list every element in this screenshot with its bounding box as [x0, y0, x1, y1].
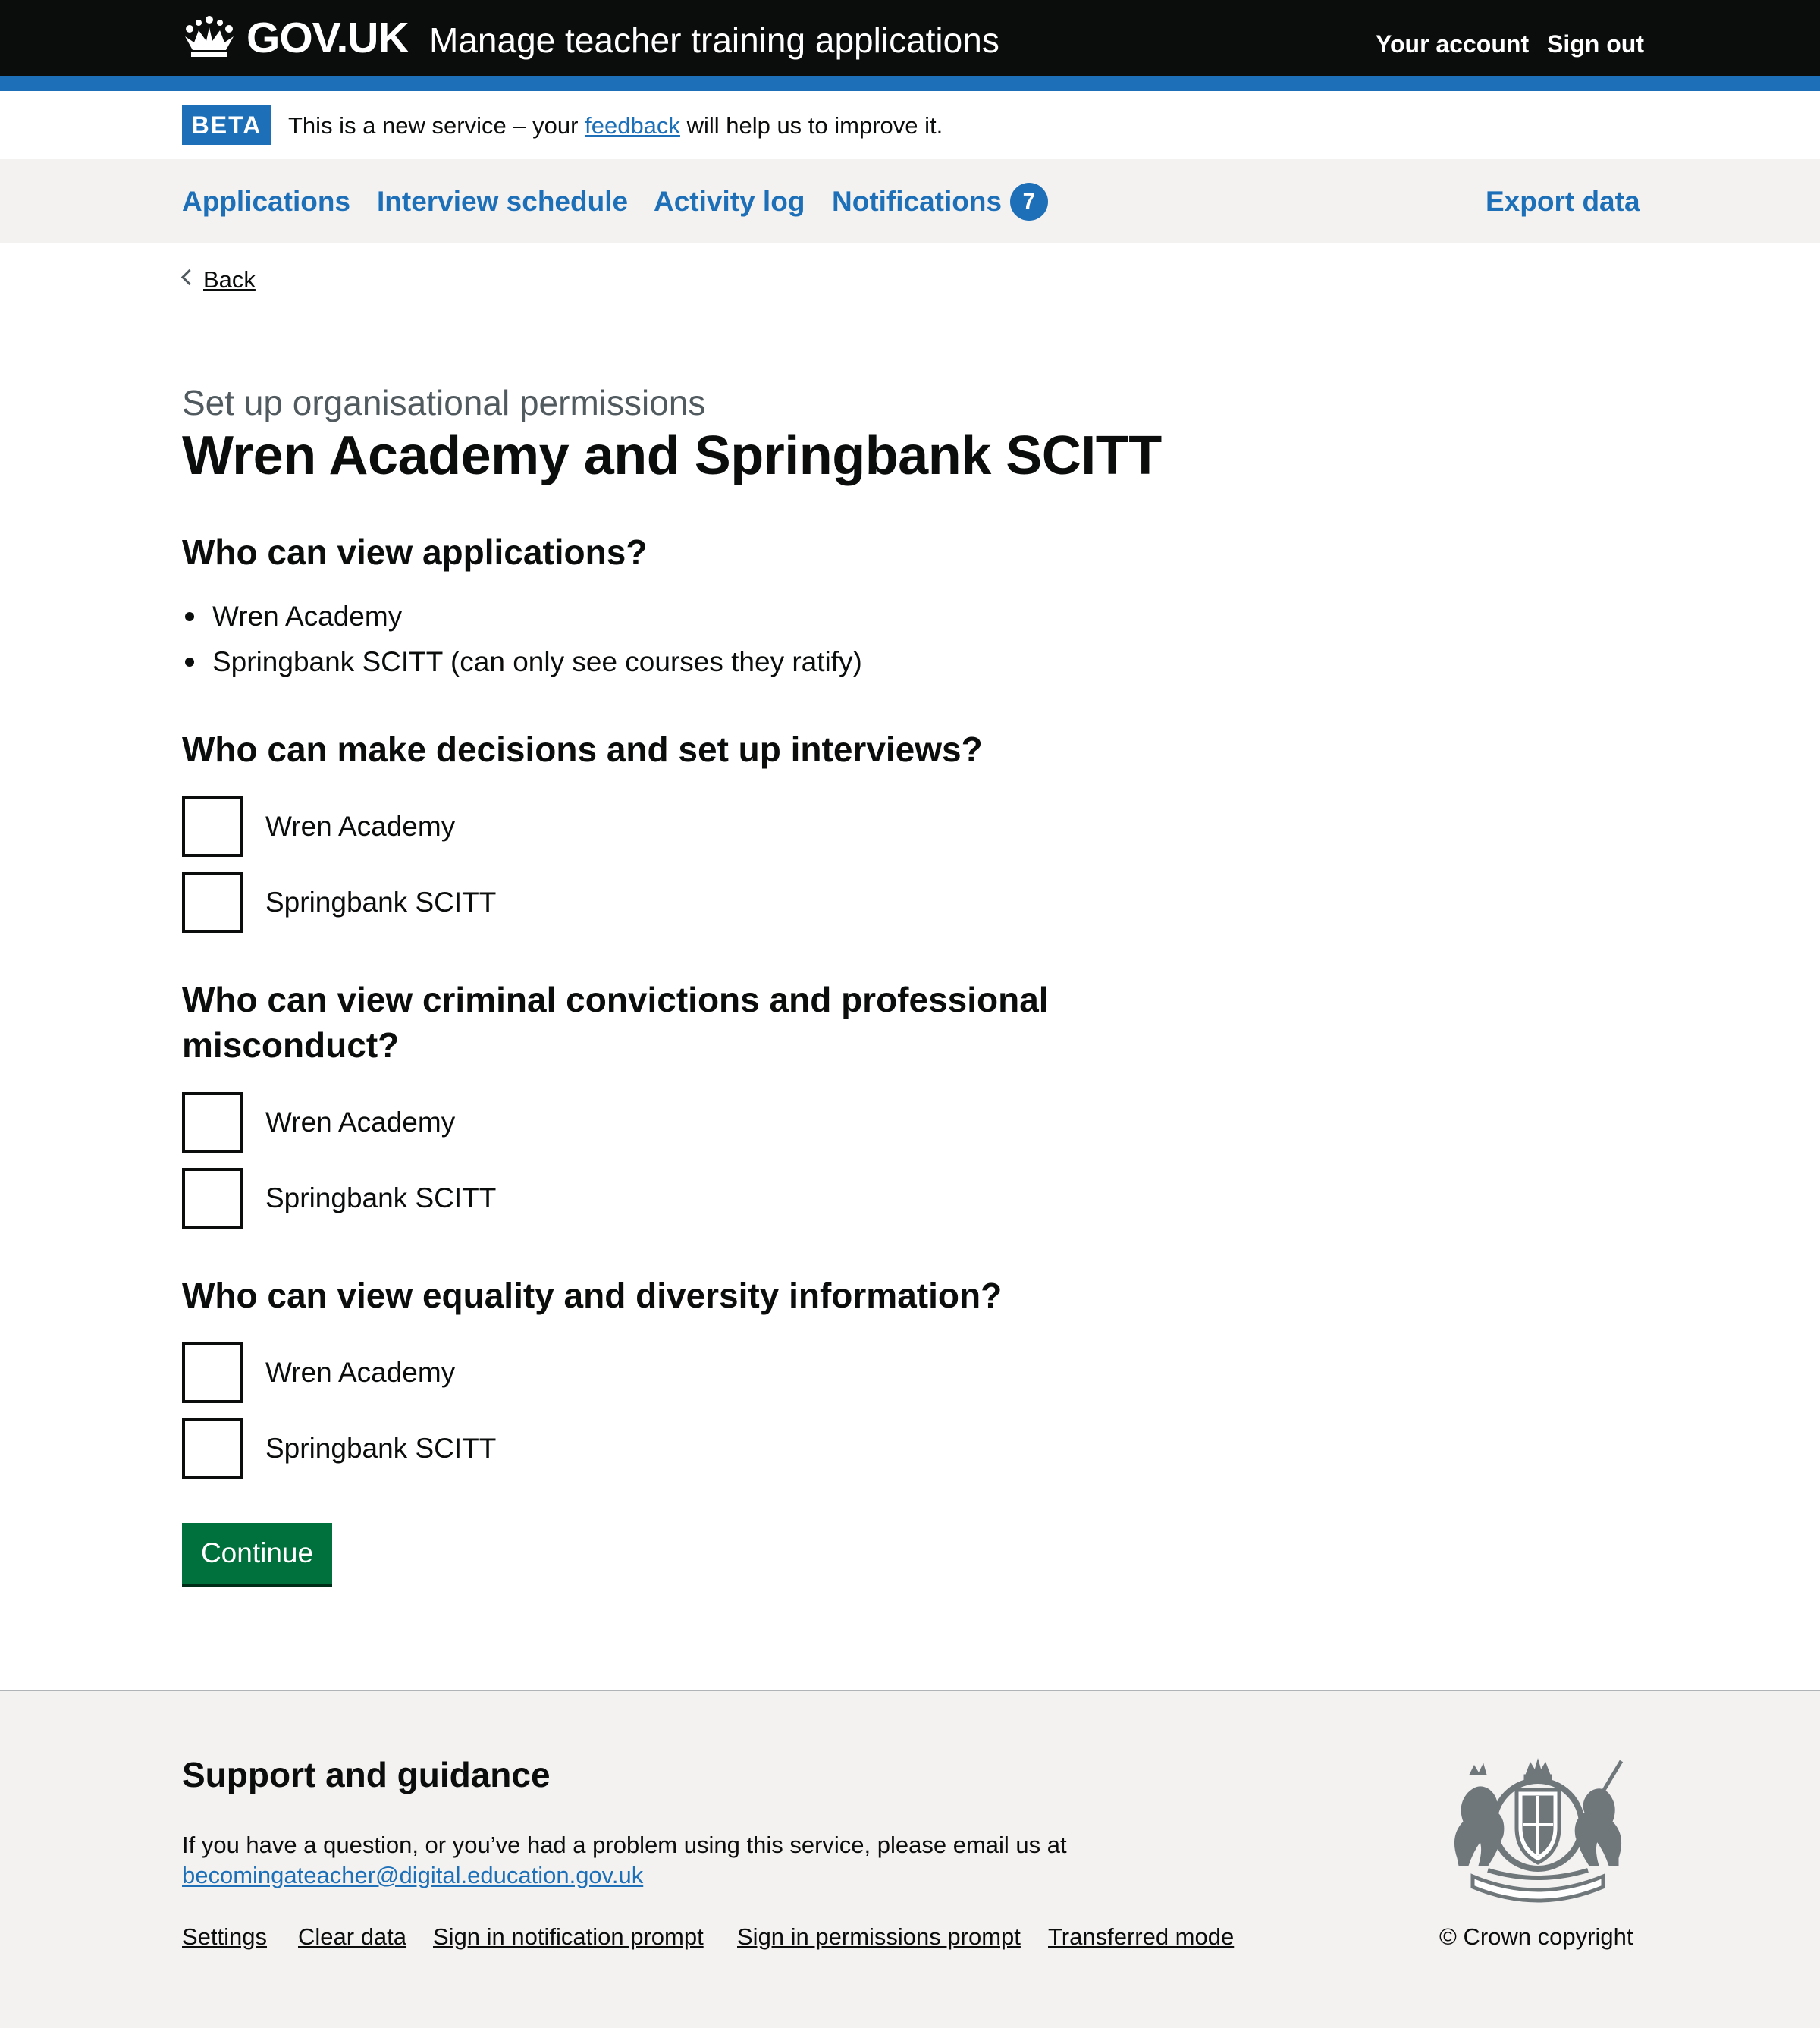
criminal-convictions-checkbox-springbank-scitt[interactable] — [182, 1168, 243, 1229]
beta-tag: BETA — [182, 105, 271, 145]
export-data-link[interactable]: Export data — [1486, 182, 1640, 221]
make-decisions-heading: Who can make decisions and set up interv… — [182, 730, 983, 769]
phase-banner-text: This is a new service – your feedback wi… — [288, 110, 943, 142]
footer-link-transferred-mode[interactable]: Transferred mode — [1048, 1921, 1234, 1953]
checkbox-label[interactable]: Wren Academy — [265, 1353, 455, 1392]
equality-diversity-checkbox-wren-academy[interactable] — [182, 1342, 243, 1403]
nav-item-notifications[interactable]: Notifications — [832, 182, 1002, 221]
phase-banner-text-after: will help us to improve it. — [686, 112, 943, 139]
your-account-link[interactable]: Your account — [1376, 27, 1529, 61]
list-bullet — [185, 658, 194, 667]
header-blue-rule — [0, 76, 1820, 91]
royal-coat-of-arms-icon — [1454, 1758, 1624, 1903]
back-link[interactable]: Back — [203, 264, 256, 296]
support-email-link[interactable]: becomingateacher@digital.education.gov.u… — [182, 1860, 643, 1891]
checkbox-label[interactable]: Springbank SCITT — [265, 883, 496, 922]
view-applications-heading: Who can view applications? — [182, 532, 648, 572]
checkbox-label[interactable]: Wren Academy — [265, 1103, 455, 1142]
checkbox-label[interactable]: Springbank SCITT — [265, 1179, 496, 1218]
crown-copyright: © Crown copyright — [1439, 1923, 1633, 1950]
footer-link-sign-in-notification-prompt[interactable]: Sign in notification prompt — [433, 1921, 704, 1953]
nav-item-interview-schedule[interactable]: Interview schedule — [377, 182, 628, 221]
make-decisions-checkbox-wren-academy[interactable] — [182, 796, 243, 857]
make-decisions-checkbox-springbank-scitt[interactable] — [182, 872, 243, 933]
list-bullet — [185, 612, 194, 621]
chevron-left-icon — [180, 268, 198, 286]
service-name-link[interactable]: Manage teacher training applications — [429, 15, 999, 65]
site-header: GOV.UK Manage teacher training applicati… — [0, 0, 1820, 76]
page-title: Wren Academy and Springbank SCITT — [182, 425, 1162, 486]
equality-diversity-checkbox-springbank-scitt[interactable] — [182, 1418, 243, 1479]
equality-diversity-heading: Who can view equality and diversity info… — [182, 1276, 1003, 1315]
continue-button[interactable]: Continue — [182, 1523, 332, 1584]
phase-banner-text-before: This is a new service – your — [288, 112, 579, 139]
checkbox-label[interactable]: Springbank SCITT — [265, 1429, 496, 1468]
checkbox-label[interactable]: Wren Academy — [265, 807, 455, 846]
feedback-link[interactable]: feedback — [585, 112, 680, 139]
footer-link-settings[interactable]: Settings — [182, 1921, 267, 1953]
nav-item-applications[interactable]: Applications — [182, 182, 350, 221]
page-caption: Set up organisational permissions — [182, 383, 706, 422]
footer-link-clear-data[interactable]: Clear data — [298, 1921, 406, 1953]
nav-item-activity-log[interactable]: Activity log — [654, 182, 805, 221]
list-item: Wren Academy — [212, 601, 403, 632]
notification-count-badge: 7 — [1010, 183, 1048, 221]
criminal-convictions-checkbox-wren-academy[interactable] — [182, 1092, 243, 1153]
footer-link-sign-in-permissions-prompt[interactable]: Sign in permissions prompt — [737, 1921, 1021, 1953]
criminal-convictions-heading: Who can view criminal convictions and pr… — [182, 980, 1049, 1065]
list-item: Springbank SCITT (can only see courses t… — [212, 646, 862, 677]
crown-icon — [185, 16, 234, 57]
footer-support-text: If you have a question, or you’ve had a … — [182, 1832, 1067, 1858]
govuk-logo-link[interactable]: GOV.UK — [246, 11, 410, 65]
footer-heading: Support and guidance — [182, 1755, 551, 1794]
sign-out-link[interactable]: Sign out — [1547, 27, 1644, 61]
